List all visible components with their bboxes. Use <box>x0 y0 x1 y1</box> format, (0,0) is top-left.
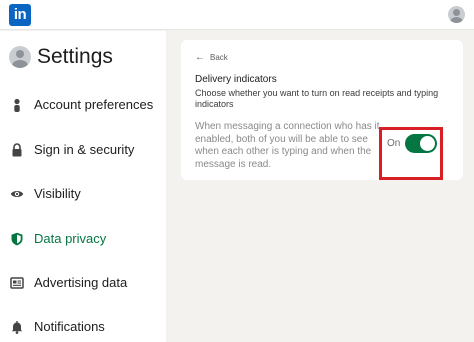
top-bar: in <box>0 0 474 30</box>
lock-icon <box>10 143 24 157</box>
bell-icon <box>10 320 24 334</box>
sidebar-item-label: Account preferences <box>34 97 154 112</box>
profile-avatar[interactable] <box>9 46 31 68</box>
avatar[interactable] <box>448 6 465 23</box>
sidebar-item-account-preferences[interactable]: Account preferences <box>0 91 166 121</box>
sidebar-item-sign-in-security[interactable]: Sign in & security <box>0 136 166 166</box>
sidebar-item-label: Advertising data <box>34 275 128 290</box>
eye-icon <box>10 187 24 201</box>
sidebar-item-advertising-data[interactable]: Advertising data <box>0 269 166 299</box>
toggle-state-label: On <box>387 138 401 149</box>
linkedin-logo[interactable]: in <box>9 4 31 26</box>
sidebar-item-label: Notifications <box>34 319 105 334</box>
setting-description: Choose whether you want to turn on read … <box>195 88 439 109</box>
sidebar-item-data-privacy[interactable]: Data privacy <box>0 225 166 255</box>
newspaper-icon <box>10 276 24 290</box>
page-title: Settings <box>37 45 113 68</box>
back-label: Back <box>210 53 228 62</box>
person-icon <box>10 98 24 112</box>
shield-icon <box>10 232 24 246</box>
sidebar-item-notifications[interactable]: Notifications <box>0 313 166 342</box>
setting-title: Delivery indicators <box>195 74 277 85</box>
toggle-knob <box>420 136 435 151</box>
back-link[interactable]: ← Back <box>195 52 228 63</box>
settings-sidebar: Settings Account preferences Sign in & s… <box>0 31 166 342</box>
sidebar-item-visibility[interactable]: Visibility <box>0 180 166 210</box>
arrow-left-icon: ← <box>195 52 205 63</box>
delivery-indicators-toggle[interactable] <box>405 134 437 153</box>
sidebar-item-label: Sign in & security <box>34 142 135 157</box>
sidebar-item-label: Visibility <box>34 186 81 201</box>
sidebar-item-label: Data privacy <box>34 231 107 246</box>
setting-explanation: When messaging a connection who has it e… <box>195 121 380 170</box>
